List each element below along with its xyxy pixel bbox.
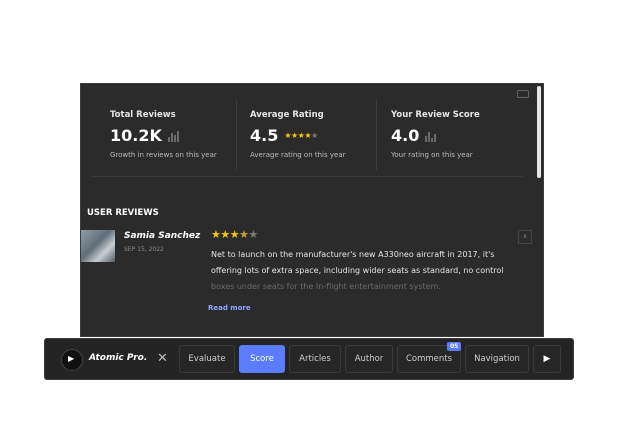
stat-value: 4.5 bbox=[250, 126, 279, 145]
close-icon[interactable]: ✕ bbox=[157, 351, 168, 366]
scrollbar[interactable] bbox=[537, 86, 541, 178]
divider bbox=[91, 176, 523, 177]
minimize-icon[interactable] bbox=[517, 90, 529, 98]
stat-subtitle: Your rating on this year bbox=[391, 151, 473, 159]
tab-articles[interactable]: Articles bbox=[289, 345, 341, 373]
reviews-card: Total Reviews 10.2K Growth in reviews on… bbox=[80, 83, 544, 337]
review-star-icon: ★★★★★ bbox=[211, 228, 258, 241]
tab-label: Comments bbox=[405, 354, 453, 364]
comments-badge: 05 bbox=[447, 342, 462, 351]
brand-name: Atomic Pro. bbox=[89, 353, 148, 363]
review-text: Net to launch on the manufacturer's new … bbox=[211, 250, 504, 291]
reviewer-name: Samia Sanchez bbox=[124, 231, 201, 241]
stat-value: 4.0 bbox=[391, 126, 420, 145]
stat-total-reviews: Total Reviews 10.2K Growth in reviews on… bbox=[110, 110, 240, 159]
star-rating-icon: ★★★★★ bbox=[284, 131, 318, 140]
tab-author[interactable]: Author bbox=[345, 345, 393, 373]
section-title: USER REVIEWS bbox=[87, 208, 159, 218]
stat-label: Average Rating bbox=[250, 110, 324, 120]
divider bbox=[236, 100, 237, 170]
tab-comments[interactable]: Comments 05 bbox=[397, 342, 462, 373]
tab-evaluate[interactable]: Evaluate bbox=[179, 345, 235, 373]
score-chart-icon bbox=[425, 130, 437, 142]
review-date: SEP 15, 2022 bbox=[124, 246, 164, 253]
bar-chart-icon bbox=[167, 130, 179, 142]
close-review-button[interactable]: x bbox=[518, 230, 532, 244]
bottom-toolbar: Atomic Pro. ✕ Evaluate Score Articles Au… bbox=[44, 338, 574, 380]
divider bbox=[376, 100, 377, 170]
stat-label: Total Reviews bbox=[110, 110, 176, 120]
stat-label: Your Review Score bbox=[391, 110, 480, 120]
stat-subtitle: Average rating on this year bbox=[250, 151, 346, 159]
tab-score[interactable]: Score bbox=[239, 345, 285, 373]
next-arrow-button[interactable]: ▶ bbox=[533, 345, 561, 373]
stat-average-rating: Average Rating 4.5 ★★★★★ Average rating … bbox=[250, 110, 380, 159]
avatar bbox=[81, 230, 115, 262]
brand-logo-icon bbox=[61, 349, 83, 371]
read-more-link[interactable]: Read more bbox=[208, 304, 251, 312]
stat-subtitle: Growth in reviews on this year bbox=[110, 151, 217, 159]
stat-value: 10.2K bbox=[110, 126, 162, 145]
tab-navigation[interactable]: Navigation bbox=[465, 345, 529, 373]
stat-your-score: Your Review Score 4.0 Your rating on thi… bbox=[391, 110, 521, 159]
chevron-right-icon: ▶ bbox=[543, 354, 551, 364]
